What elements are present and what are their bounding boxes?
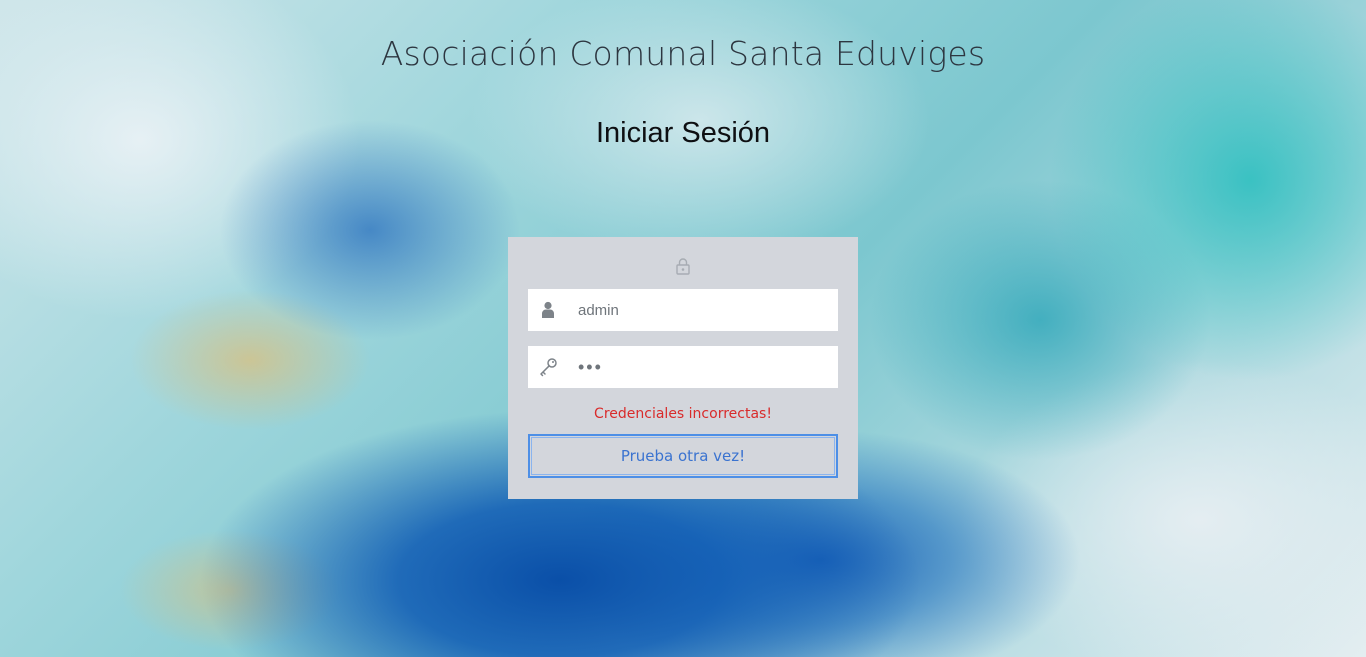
key-icon bbox=[528, 346, 568, 388]
username-input[interactable] bbox=[568, 290, 828, 330]
login-card: ••• Credenciales incorrectas! Prueba otr… bbox=[508, 237, 858, 499]
username-field[interactable] bbox=[528, 289, 838, 331]
lock-icon bbox=[676, 258, 690, 275]
password-field[interactable]: ••• bbox=[528, 346, 838, 388]
error-message: Credenciales incorrectas! bbox=[594, 406, 772, 422]
user-icon bbox=[528, 289, 568, 331]
retry-button[interactable]: Prueba otra vez! bbox=[528, 434, 838, 478]
site-title: Asociación Comunal Santa Eduviges bbox=[380, 34, 986, 73]
password-input[interactable]: ••• bbox=[568, 357, 603, 378]
page-heading: Iniciar Sesión bbox=[595, 117, 771, 149]
